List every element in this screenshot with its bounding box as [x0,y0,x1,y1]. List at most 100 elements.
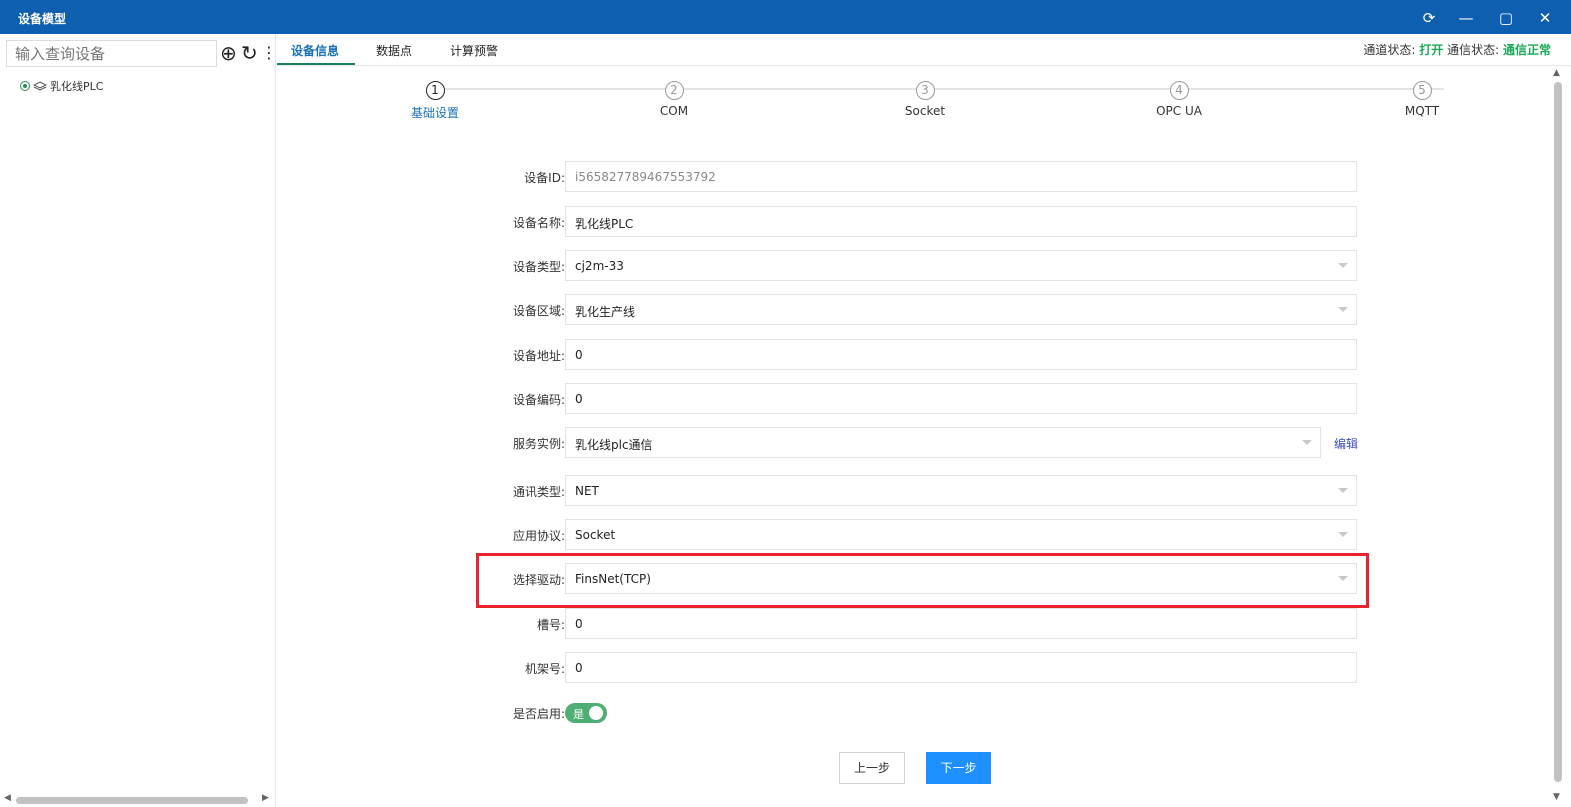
comm-status-label: 通信状态: [1447,43,1500,57]
device-name-input[interactable]: 乳化线PLC [565,206,1357,237]
refresh-window-icon[interactable]: ⟳ [1418,7,1440,29]
add-icon[interactable]: ⊕ [220,41,237,65]
comm-type-value: NET [575,484,599,498]
title-bar: 设备模型 ⟳ — ▢ ✕ [0,0,1571,34]
device-code-input[interactable]: 0 [565,383,1357,414]
enabled-label: 是否启用: [512,707,565,721]
step-label: COM [659,104,689,118]
chevron-down-icon [1302,440,1312,445]
tab-calc-warning[interactable]: 计算预警 [450,42,498,59]
device-area-label: 设备区域: [512,304,565,318]
device-type-label: 设备类型: [512,260,565,274]
comm-type-select[interactable]: NET [565,475,1357,506]
stepper: 1 基础设置 2 COM 3 Socket 4 OPC UA 5 MQTT [277,66,1547,126]
step-number: 1 [425,81,445,100]
minimize-button[interactable]: — [1455,7,1477,29]
tab-bar: 设备信息 数据点 计算预警 通道状态: 打开 通信状态: 通信正常 [277,34,1571,66]
step-5[interactable]: 5 MQTT [1362,79,1482,118]
scrollbar-thumb[interactable] [1554,82,1562,782]
tab-active-indicator [277,63,355,65]
toggle-knob [589,706,603,720]
protocol-label: 应用协议: [512,529,565,543]
device-area-value: 乳化生产线 [575,305,636,319]
tab-device-info[interactable]: 设备信息 [291,42,339,59]
enabled-toggle[interactable]: 是 [565,703,607,723]
layers-icon [33,81,47,91]
step-1[interactable]: 1 基础设置 [375,79,495,121]
scroll-up-icon[interactable]: ▲ [1553,68,1560,78]
vertical-scrollbar[interactable]: ▲ ▼ [1553,66,1563,806]
step-label: MQTT [1404,104,1440,118]
row-slot: 槽号: 0 [470,608,1360,640]
annotation-highlight-box [476,553,1369,608]
service-instance-select[interactable]: 乳化线plc通信 [565,427,1321,458]
comm-status-value: 通信正常 [1502,43,1551,57]
row-device-type: 设备类型: cj2m-33 [470,250,1360,282]
scroll-left-icon[interactable]: ◀ [4,793,11,803]
device-code-label: 设备编码: [512,393,565,407]
step-label: Socket [904,104,946,118]
search-input[interactable] [6,40,217,67]
edit-service-link[interactable]: 编辑 [1334,435,1358,452]
step-3[interactable]: 3 Socket [865,79,985,118]
refresh-icon[interactable]: ↻ [241,41,258,65]
next-step-button[interactable]: 下一步 [926,752,991,784]
rack-label: 机架号: [524,662,565,676]
tab-data-points[interactable]: 数据点 [376,42,412,59]
scrollbar-thumb[interactable] [16,797,248,804]
service-instance-label: 服务实例: [512,437,565,451]
chevron-down-icon [1338,307,1348,312]
horizontal-scrollbar[interactable]: ◀ ▶ [4,793,270,805]
step-number: 3 [915,81,935,100]
service-instance-value: 乳化线plc通信 [575,438,653,452]
step-2[interactable]: 2 COM [614,79,734,118]
device-name-label: 设备名称: [512,216,565,230]
step-label: 基础设置 [410,106,459,120]
row-device-id: 设备ID: i565827789467553792 [470,161,1360,193]
protocol-value: Socket [575,528,616,542]
tree-item-label: 乳化线PLC [50,80,104,93]
close-button[interactable]: ✕ [1534,7,1556,29]
row-device-name: 设备名称: 乳化线PLC [470,206,1360,238]
step-number: 5 [1412,81,1432,100]
tree-item-device[interactable]: 乳化线PLC [20,78,103,94]
device-id-label: 设备ID: [524,171,565,185]
protocol-select[interactable]: Socket [565,519,1357,550]
row-device-address: 设备地址: 0 [470,339,1360,371]
rack-input[interactable]: 0 [565,652,1357,683]
channel-status-value: 打开 [1419,43,1444,57]
row-device-code: 设备编码: 0 [470,383,1360,415]
step-number: 2 [664,81,684,100]
more-icon[interactable]: ⋮ [261,41,277,65]
slot-input[interactable]: 0 [565,608,1357,639]
window-title: 设备模型 [18,12,67,26]
row-device-area: 设备区域: 乳化生产线 [470,294,1360,326]
device-type-value: cj2m-33 [575,259,624,273]
status-area: 通道状态: 打开 通信状态: 通信正常 [1363,41,1551,58]
scroll-right-icon[interactable]: ▶ [262,793,269,803]
chevron-down-icon [1338,263,1348,268]
device-type-select[interactable]: cj2m-33 [565,250,1357,281]
row-protocol: 应用协议: Socket [470,519,1360,551]
device-address-label: 设备地址: [512,349,565,363]
slot-label: 槽号: [536,618,565,632]
scroll-down-icon[interactable]: ▼ [1553,792,1560,802]
toggle-text: 是 [573,708,584,721]
chevron-down-icon [1338,488,1348,493]
row-enabled: 是否启用: 是 [470,702,1360,734]
row-comm-type: 通讯类型: NET [470,475,1360,507]
comm-type-label: 通讯类型: [512,485,565,499]
maximize-button[interactable]: ▢ [1495,7,1517,29]
row-rack: 机架号: 0 [470,652,1360,684]
step-number: 4 [1169,81,1189,100]
device-area-select[interactable]: 乳化生产线 [565,294,1357,325]
step-label: OPC UA [1156,104,1202,118]
sidebar: ⊕ ↻ ⋮ 乳化线PLC ◀ ▶ [0,34,277,807]
selected-radio-icon[interactable] [20,81,30,91]
prev-step-button[interactable]: 上一步 [839,752,905,784]
step-4[interactable]: 4 OPC UA [1119,79,1239,118]
chevron-down-icon [1338,532,1348,537]
channel-status-label: 通道状态: [1363,43,1416,57]
row-service-instance: 服务实例: 乳化线plc通信 编辑 [470,427,1360,459]
device-address-input[interactable]: 0 [565,339,1357,370]
